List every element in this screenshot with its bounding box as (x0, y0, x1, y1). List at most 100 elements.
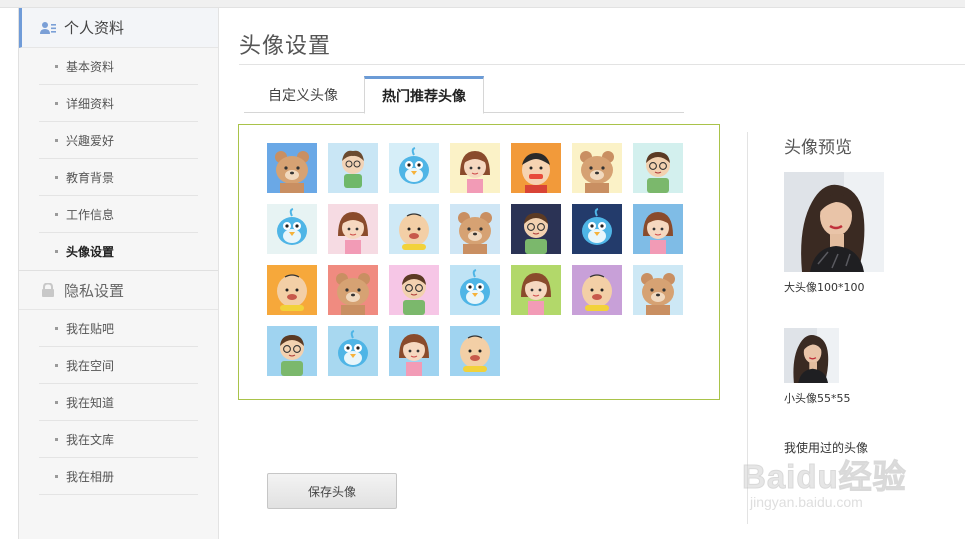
tab-custom-avatar[interactable]: 自定义头像 (244, 76, 362, 113)
sidebar-item-label: 我在贴吧 (66, 321, 115, 336)
sidebar-item-label: 工作信息 (66, 207, 115, 222)
sidebar-section-profile[interactable]: 个人资料 (19, 8, 218, 48)
bullet-icon (55, 138, 58, 142)
cartoon-avatar-icon (450, 204, 500, 254)
watermark-url: jingyan.baidu.com (750, 494, 863, 510)
cartoon-avatar-icon (511, 143, 561, 193)
bullet-icon (55, 175, 58, 179)
bullet-icon (55, 437, 58, 441)
cartoon-avatar-icon (572, 204, 622, 254)
avatar-option[interactable] (450, 326, 500, 376)
avatar-option[interactable] (450, 143, 500, 193)
avatar-option[interactable] (511, 265, 561, 315)
sidebar-item-detail[interactable]: 详细资料 (39, 85, 198, 122)
sidebar-item-label: 我在相册 (66, 469, 115, 484)
avatar-option[interactable] (389, 143, 439, 193)
cartoon-avatar-icon (511, 204, 561, 254)
cartoon-avatar-icon (328, 326, 378, 376)
bullet-icon (55, 212, 58, 216)
cartoon-avatar-icon (328, 265, 378, 315)
sidebar-item-label: 兴趣爱好 (66, 133, 115, 148)
cartoon-avatar-icon (267, 326, 317, 376)
avatar-option[interactable] (389, 326, 439, 376)
cartoon-avatar-icon (572, 143, 622, 193)
sidebar-item-space[interactable]: 我在空间 (39, 347, 198, 384)
baidu-jingyan-watermark: Baidu经验 jingyan.baidu.com (742, 448, 962, 520)
cartoon-avatar-icon (389, 265, 439, 315)
bullet-icon (55, 64, 58, 68)
cartoon-avatar-icon (511, 265, 561, 315)
cartoon-avatar-icon (389, 204, 439, 254)
lock-icon (39, 282, 57, 297)
small-avatar-label: 小头像55*55 (784, 392, 851, 405)
avatar-option[interactable] (633, 143, 683, 193)
sidebar-item-label: 头像设置 (66, 245, 115, 259)
cartoon-avatar-icon (389, 143, 439, 193)
sidebar-item-wenku[interactable]: 我在文库 (39, 421, 198, 458)
sidebar-item-tieba[interactable]: 我在贴吧 (39, 310, 198, 347)
avatar-option[interactable] (633, 204, 683, 254)
cartoon-avatar-icon (450, 265, 500, 315)
avatar-option[interactable] (267, 265, 317, 315)
title-divider (239, 64, 965, 65)
avatar-option[interactable] (328, 204, 378, 254)
sidebar-item-label: 我在知道 (66, 395, 115, 410)
sidebar-item-avatar[interactable]: 头像设置 (39, 233, 198, 270)
small-avatar-preview (784, 328, 839, 383)
sidebar-item-education[interactable]: 教育背景 (39, 159, 198, 196)
cartoon-avatar-icon (267, 265, 317, 315)
avatar-option[interactable] (267, 143, 317, 193)
big-avatar-preview (784, 172, 884, 272)
tab-popular-avatar[interactable]: 热门推荐头像 (364, 76, 484, 114)
avatar-option[interactable] (450, 265, 500, 315)
avatar-option[interactable] (389, 204, 439, 254)
top-bar (0, 0, 965, 8)
watermark-text: Baidu经验 (742, 458, 907, 496)
sidebar-item-work[interactable]: 工作信息 (39, 196, 198, 233)
preview-title: 头像预览 (784, 138, 852, 158)
avatar-option[interactable] (633, 265, 683, 315)
settings-sidebar: 个人资料 基本资料 详细资料 兴趣爱好 教育背景 工作信息 头像设置 隐私设置 … (18, 8, 219, 539)
avatar-option[interactable] (389, 265, 439, 315)
avatar-option[interactable] (328, 265, 378, 315)
save-avatar-button[interactable]: 保存头像 (267, 473, 397, 509)
cartoon-avatar-icon (572, 265, 622, 315)
bullet-icon (55, 101, 58, 105)
cartoon-avatar-icon (633, 265, 683, 315)
sidebar-item-basic[interactable]: 基本资料 (39, 48, 198, 85)
bullet-icon (55, 250, 58, 253)
avatar-option[interactable] (267, 204, 317, 254)
sidebar-item-label: 我在文库 (66, 432, 115, 447)
avatar-option[interactable] (511, 204, 561, 254)
avatar-option[interactable] (572, 204, 622, 254)
sidebar-item-label: 我在空间 (66, 358, 115, 373)
sidebar-item-album[interactable]: 我在相册 (39, 458, 198, 495)
bullet-icon (55, 326, 58, 330)
avatar-option[interactable] (572, 143, 622, 193)
sidebar-section-privacy-label: 隐私设置 (64, 281, 125, 300)
cartoon-avatar-icon (450, 326, 500, 376)
avatar-option[interactable] (450, 204, 500, 254)
cartoon-avatar-icon (633, 204, 683, 254)
sidebar-section-privacy[interactable]: 隐私设置 (19, 270, 218, 310)
avatar-option[interactable] (328, 326, 378, 376)
sidebar-item-label: 基本资料 (66, 59, 115, 74)
bullet-icon (55, 363, 58, 367)
cartoon-avatar-icon (450, 143, 500, 193)
sidebar-item-label: 教育背景 (66, 170, 115, 185)
avatar-option[interactable] (267, 326, 317, 376)
sidebar-item-zhidao[interactable]: 我在知道 (39, 384, 198, 421)
cartoon-avatar-icon (328, 204, 378, 254)
sidebar-section-profile-label: 个人资料 (64, 19, 125, 37)
page-title: 头像设置 (239, 34, 332, 59)
avatar-option[interactable] (328, 143, 378, 193)
user-card-icon (39, 21, 57, 35)
sidebar-item-interests[interactable]: 兴趣爱好 (39, 122, 198, 159)
sidebar-item-label: 详细资料 (66, 96, 115, 111)
avatar-option[interactable] (572, 265, 622, 315)
cartoon-avatar-icon (267, 204, 317, 254)
cartoon-avatar-icon (389, 326, 439, 376)
avatar-option[interactable] (511, 143, 561, 193)
cartoon-avatar-icon (633, 143, 683, 193)
bullet-icon (55, 400, 58, 404)
